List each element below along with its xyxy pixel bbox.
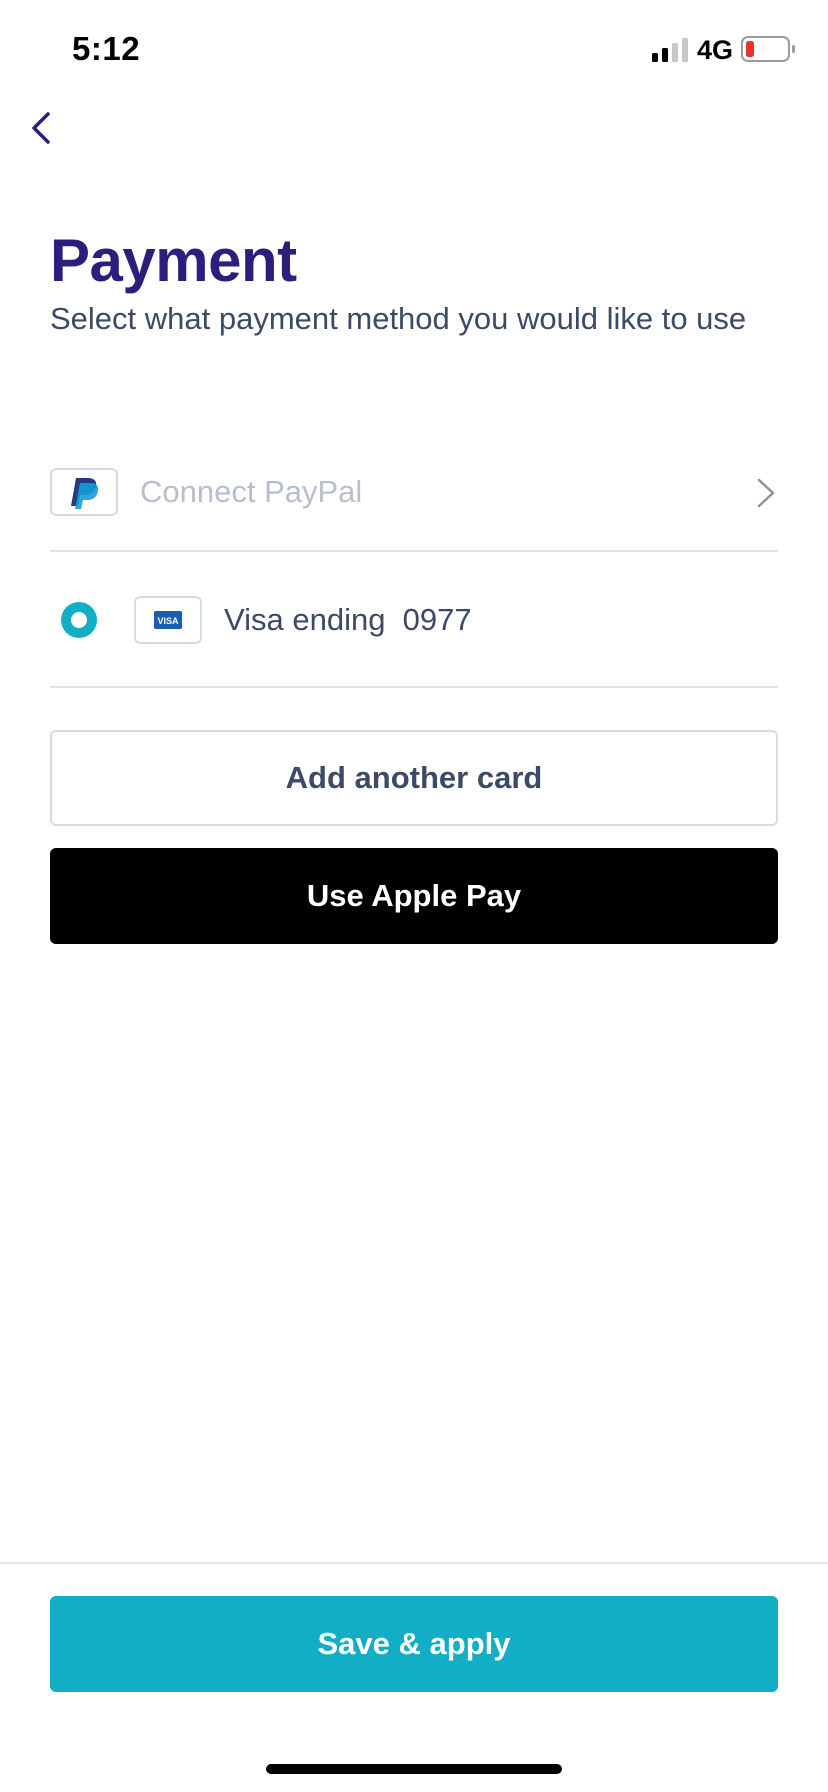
connect-paypal-row[interactable]: Connect PayPal [50, 416, 778, 552]
paypal-logo-icon [50, 468, 118, 516]
battery-low-icon [741, 36, 795, 62]
svg-text:VISA: VISA [157, 616, 179, 626]
visa-logo-icon: VISA [134, 596, 202, 644]
footer-divider [0, 1562, 828, 1564]
use-apple-pay-button[interactable]: Use Apple Pay [50, 848, 778, 944]
network-type: 4G [697, 35, 734, 65]
visa-label: Visa ending 0977 [224, 602, 472, 637]
visa-card-row[interactable]: VISA Visa ending 0977 [50, 552, 778, 688]
back-button[interactable] [22, 98, 82, 158]
add-another-card-button[interactable]: Add another card [50, 730, 778, 826]
selected-radio[interactable] [61, 602, 97, 638]
page-title: Payment [50, 227, 297, 294]
page-subtitle: Select what payment method you would lik… [50, 301, 747, 336]
chevron-right-icon [757, 478, 775, 508]
cellular-signal-icon [652, 38, 688, 62]
save-apply-button[interactable]: Save & apply [50, 1596, 778, 1692]
chevron-left-icon [32, 112, 50, 144]
status-time: 5:12 [72, 30, 141, 67]
home-indicator[interactable] [266, 1764, 562, 1774]
paypal-label: Connect PayPal [140, 474, 363, 509]
radio-dot [71, 612, 87, 628]
status-bar: 5:12 4G [0, 0, 828, 100]
